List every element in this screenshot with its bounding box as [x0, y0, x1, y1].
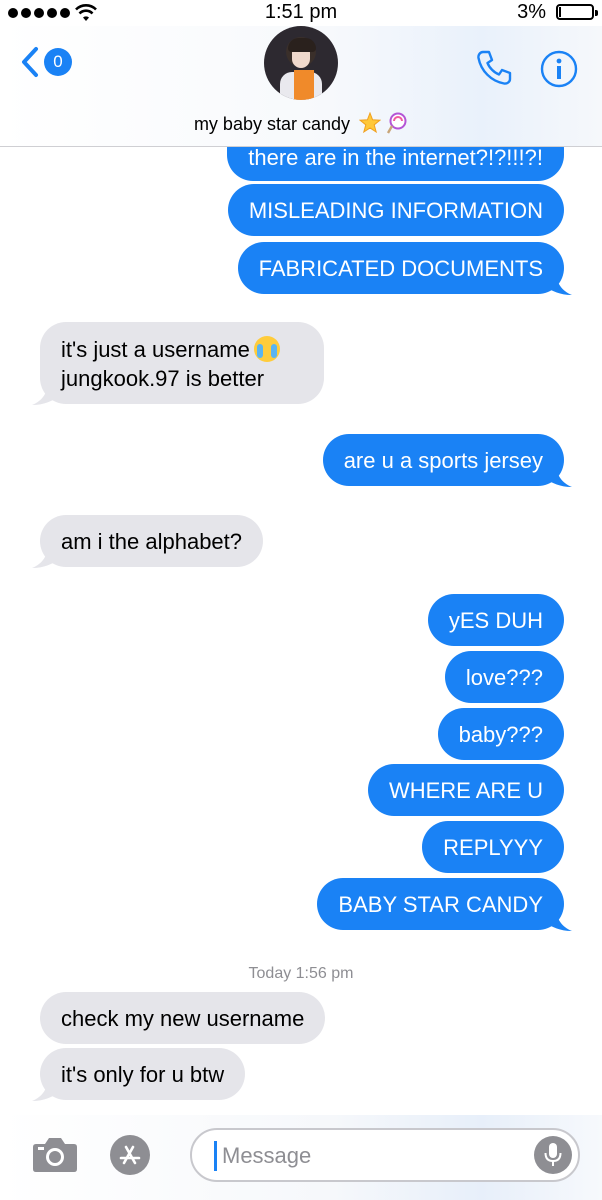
app-store-button[interactable] [110, 1135, 150, 1175]
chevron-left-icon [22, 47, 38, 77]
loudly-crying-face-emoji-icon [253, 336, 280, 362]
message-text: REPLYYY [443, 834, 543, 860]
incoming-message-bubble[interactable]: check my new username [40, 992, 326, 1044]
message-text: check my new username [61, 1005, 305, 1031]
phone-call-icon[interactable] [474, 48, 514, 88]
message-text: it's only for u btw [61, 1061, 225, 1087]
status-bar: 1:51 pm 3% [0, 0, 602, 26]
bubble-tail [542, 907, 572, 931]
bubble-tail [32, 1077, 62, 1101]
message-thread[interactable]: there are in the internet?!?!!!?! MISLEA… [0, 147, 602, 1115]
info-icon[interactable] [540, 50, 578, 88]
message-text: baby??? [458, 721, 543, 747]
outgoing-message-bubble[interactable]: baby??? [437, 708, 564, 760]
back-button[interactable]: 0 [20, 46, 72, 78]
message-text: WHERE ARE U [388, 777, 543, 803]
bubble-tail [32, 544, 62, 568]
glowing-star-emoji-icon [358, 111, 382, 134]
message-text: BABY STAR CANDY [338, 891, 543, 917]
bubble-tail [32, 381, 62, 405]
message-text: yES DUH [448, 607, 543, 633]
message-text: am i the alphabet? [61, 528, 243, 554]
message-text: are u a sports jersey [343, 447, 543, 473]
incoming-message-bubble[interactable]: it's just a username jungkook.97 is bett… [40, 322, 324, 404]
outgoing-message-bubble[interactable]: MISLEADING INFORMATION [227, 184, 564, 236]
status-time: 1:51 pm [264, 1, 338, 23]
contact-name-row[interactable]: my baby star candy [0, 111, 602, 135]
timestamp-divider: Today 1:56 pm [248, 965, 354, 982]
message-input-bar: Message [0, 1115, 602, 1200]
message-text: there are in the internet?!?!!!?! [248, 147, 543, 170]
app-store-icon [119, 1145, 141, 1165]
contact-avatar[interactable] [264, 26, 338, 100]
incoming-message-bubble[interactable]: it's only for u btw [40, 1048, 246, 1100]
unread-count-badge: 0 [44, 48, 72, 76]
message-input[interactable]: Message [190, 1128, 580, 1182]
message-text: love??? [465, 664, 543, 690]
outgoing-message-bubble[interactable]: WHERE ARE U [367, 764, 564, 816]
outgoing-message-bubble[interactable]: FABRICATED DOCUMENTS [237, 242, 564, 294]
conversation-header: 0 my baby star candy [0, 26, 602, 147]
outgoing-message-bubble[interactable]: there are in the internet?!?!!!?! [227, 147, 564, 181]
bubble-tail [542, 463, 572, 487]
incoming-message-bubble[interactable]: am i the alphabet? [40, 515, 264, 567]
message-text: FABRICATED DOCUMENTS [258, 255, 543, 281]
outgoing-message-bubble[interactable]: are u a sports jersey [322, 434, 564, 486]
text-cursor [214, 1141, 217, 1171]
outgoing-message-bubble[interactable]: love??? [444, 651, 564, 703]
camera-icon[interactable] [32, 1135, 78, 1173]
battery-percent: 3% [517, 1, 546, 23]
outgoing-message-bubble[interactable]: REPLYYY [422, 821, 564, 873]
outgoing-message-bubble[interactable]: yES DUH [427, 594, 564, 646]
dictation-button[interactable] [534, 1136, 572, 1174]
message-text: MISLEADING INFORMATION [248, 197, 543, 223]
contact-name: my baby star candy [193, 114, 351, 134]
message-placeholder: Message [222, 1143, 312, 1168]
outgoing-message-bubble[interactable]: BABY STAR CANDY [317, 878, 564, 930]
bubble-tail [542, 271, 572, 295]
microphone-icon [544, 1143, 562, 1166]
battery-icon [556, 4, 598, 20]
message-text: it's just a username [61, 337, 250, 362]
message-text: jungkook.97 is better [61, 366, 265, 391]
lollipop-emoji-icon [387, 112, 407, 134]
